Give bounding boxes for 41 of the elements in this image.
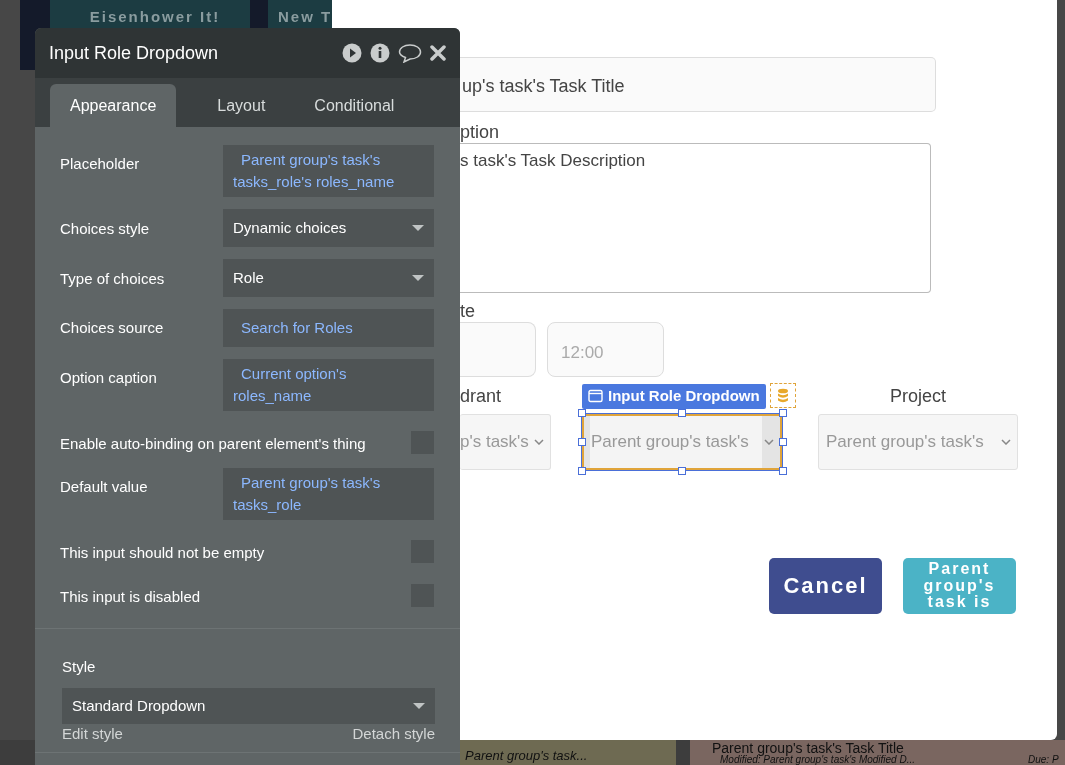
field-label: te bbox=[460, 300, 475, 323]
property-label: Type of choices bbox=[60, 269, 165, 289]
card-title: Parent group's task's Task Title bbox=[712, 741, 904, 756]
expression-field[interactable]: Parent group's task's tasks_role bbox=[223, 467, 434, 520]
panel-title: Input Role Dropdown bbox=[49, 41, 219, 65]
property-label: This input should not be empty bbox=[60, 542, 265, 563]
dropdown-field[interactable]: Role bbox=[223, 259, 434, 297]
tab[interactable]: Layout bbox=[176, 84, 296, 127]
property-label: This input is disabled bbox=[60, 587, 201, 607]
header-button[interactable]: New T bbox=[268, 0, 332, 28]
property-label: Choices source bbox=[60, 318, 164, 338]
detach-style-link[interactable]: Detach style bbox=[352, 724, 435, 744]
edit-style-link[interactable]: Edit style bbox=[62, 724, 123, 744]
description-input[interactable]: s task's Task Description bbox=[460, 143, 931, 293]
card-text: Parent group's task... bbox=[465, 747, 588, 765]
dropdown-field[interactable]: Dynamic choices bbox=[223, 209, 434, 247]
property-label: Option caption bbox=[60, 368, 157, 388]
dropdown-label: Project bbox=[889, 385, 947, 408]
element-name-tag: Input Role Dropdown bbox=[582, 384, 766, 409]
header-button[interactable]: Eisenhower It! bbox=[50, 0, 250, 28]
field-label: ption bbox=[460, 121, 500, 144]
style-dropdown[interactable]: Standard Dropdown bbox=[62, 688, 435, 724]
section-label: Style bbox=[62, 656, 97, 677]
confirm-button[interactable]: Parent group's task is bbox=[903, 558, 1016, 614]
dropdown[interactable]: p's task's bbox=[460, 414, 551, 470]
tab[interactable]: Conditional bbox=[295, 84, 414, 127]
property-label: Enable auto-binding on parent element's thing bbox=[60, 434, 366, 454]
expression-field[interactable]: Parent group's task's tasks_role's roles_name bbox=[223, 145, 434, 197]
due-text: Due: P bbox=[1028, 754, 1059, 765]
property-label: Placeholder bbox=[60, 154, 140, 174]
dropdown[interactable]: Parent group's task's bbox=[582, 414, 782, 470]
cancel-button[interactable]: Cancel bbox=[769, 558, 882, 614]
dropdown[interactable]: Parent group's task's bbox=[818, 414, 1018, 470]
tab[interactable]: Appearance bbox=[50, 84, 177, 127]
time-input[interactable]: 12:00 bbox=[547, 322, 664, 377]
expression-field[interactable]: Current option's roles_name bbox=[223, 359, 434, 411]
title-input[interactable]: up's task's Task Title bbox=[460, 57, 936, 112]
dropdown-label: drant bbox=[460, 385, 502, 408]
property-label: Default value bbox=[60, 476, 148, 497]
expression-field[interactable]: Search for Roles bbox=[223, 309, 434, 347]
property-label: Choices style bbox=[60, 219, 150, 239]
